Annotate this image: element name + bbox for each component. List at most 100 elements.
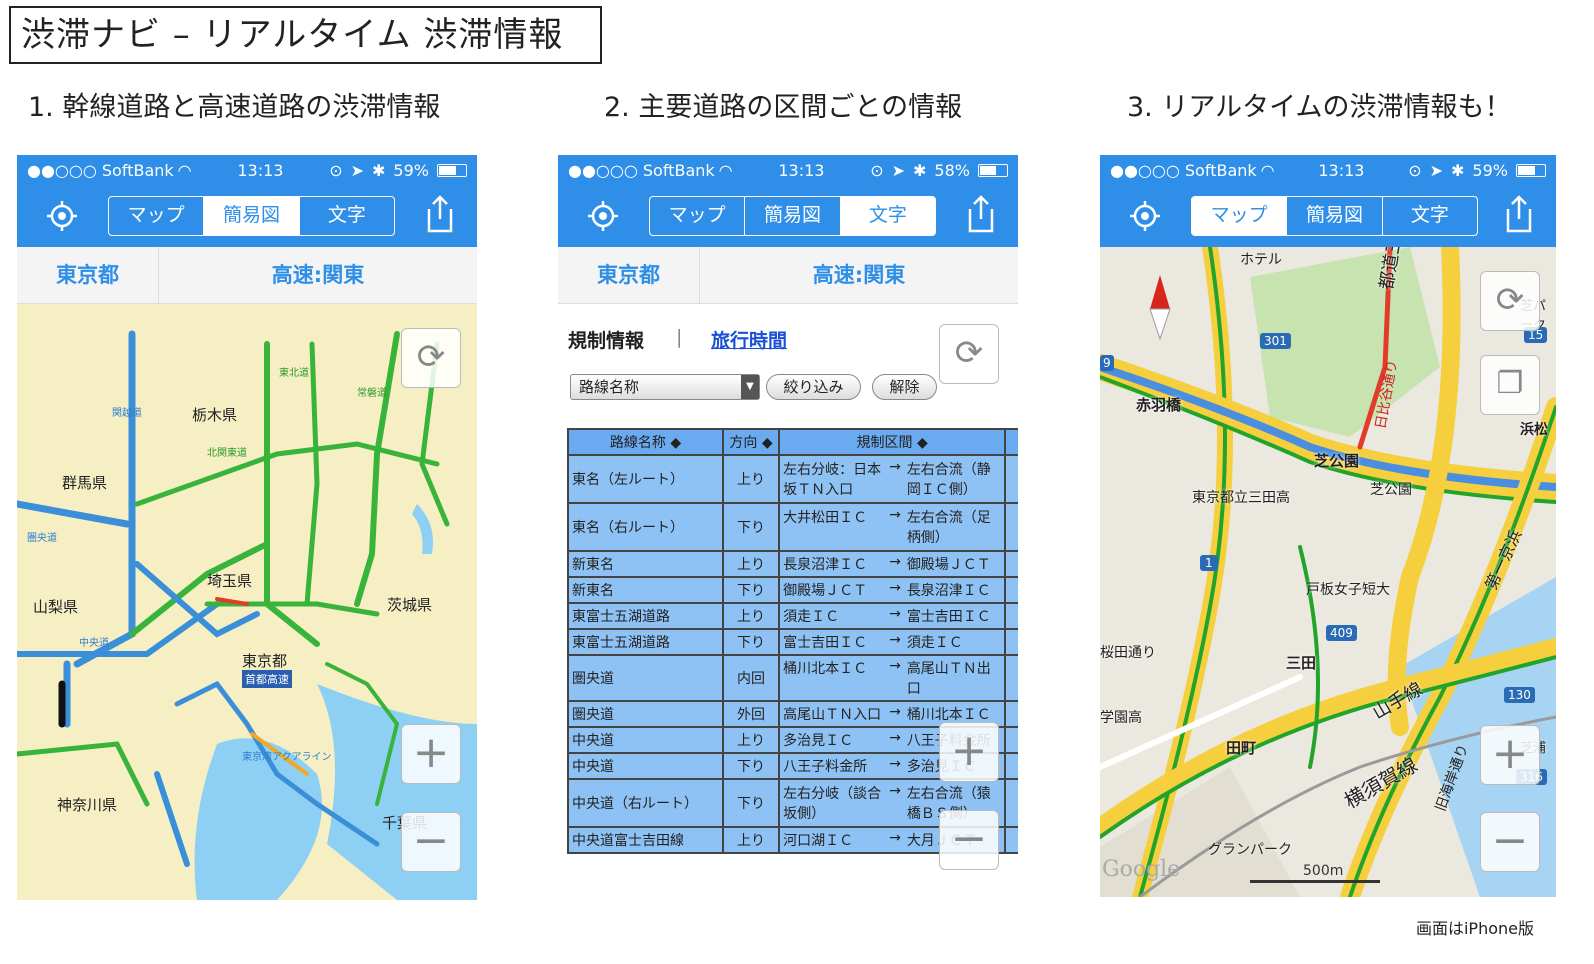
share-icon[interactable] <box>1504 195 1534 235</box>
route-shield: 1 <box>1200 555 1218 571</box>
cell-direction: 上り <box>721 726 781 754</box>
cell-direction: 上り <box>721 550 781 578</box>
share-icon[interactable] <box>966 195 996 235</box>
tab-map[interactable]: マップ <box>109 197 205 235</box>
place-label: 三田 <box>1286 654 1317 672</box>
road-label: 東京湾アクアライン <box>242 752 332 763</box>
minus-icon: − <box>950 813 988 864</box>
text-info-panel: 規制情報 | 旅行時間 ⟳ 路線名称 ▼ 絞り込み 解除 路線名称 ◆ 方向 ◆… <box>558 304 1018 900</box>
location-arrow-icon: ➤ <box>1429 160 1444 180</box>
column-header-direction[interactable]: 方向 ◆ <box>721 428 781 456</box>
share-icon[interactable] <box>425 195 455 235</box>
expressway-label: 首都高速 <box>242 670 292 688</box>
refresh-button[interactable]: ⟳ <box>1480 271 1540 331</box>
regulation-table-wrap: 路線名称 ◆ 方向 ◆ 規制区間 ◆ 東名（左ルート） 上り 左右分岐：日本坂ＴＮ入… <box>567 428 1018 854</box>
arrow-right-icon: → <box>889 632 901 648</box>
cell-direction: 上り <box>721 826 781 854</box>
cell-extra <box>1004 726 1018 754</box>
zoom-out-button[interactable]: − <box>939 810 999 870</box>
place-label: 田町 <box>1226 739 1257 757</box>
area-selector[interactable]: 東京都 <box>558 247 700 303</box>
place-label: 芝公園 <box>1370 482 1412 498</box>
zoom-out-button[interactable]: − <box>401 812 461 872</box>
arrow-right-icon: → <box>889 730 901 746</box>
pref-label: 東京都 <box>242 652 288 670</box>
road-selector[interactable]: 高速:関東 <box>700 247 1018 303</box>
nav-bar: マップ 簡易図 文字 <box>1100 185 1556 247</box>
tab-simple[interactable]: 簡易図 <box>745 197 841 235</box>
cell-road: 中央道 <box>567 752 724 780</box>
locate-icon[interactable] <box>586 199 620 233</box>
carrier-label: ●●○○○ SoftBank <box>1110 160 1257 180</box>
location-arrow-icon: ➤ <box>350 160 365 180</box>
column-header-road[interactable]: 路線名称 ◆ <box>567 428 724 456</box>
battery-icon <box>436 163 467 177</box>
regulation-table: 路線名称 ◆ 方向 ◆ 規制区間 ◆ 東名（左ルート） 上り 左右分岐：日本坂ＴＮ入… <box>567 428 1018 854</box>
locate-icon[interactable] <box>45 199 79 233</box>
zoom-in-button[interactable]: + <box>401 724 461 784</box>
section-to: 高尾山ＴＮ出口 <box>906 661 991 697</box>
table-row[interactable]: 新東名 下り 御殿場ＪＣＴ → 長泉沼津ＩＣ <box>567 576 1018 604</box>
section-to: 桶川北本ＩＣ <box>906 707 991 723</box>
road-selector[interactable]: 高速:関東 <box>159 247 477 303</box>
cell-direction: 下り <box>721 576 781 604</box>
zoom-in-button[interactable]: + <box>939 722 999 782</box>
table-row[interactable]: 圏央道 内回 桶川北本ＩＣ → 高尾山ＴＮ出口 <box>567 654 1018 702</box>
tab-text[interactable]: 文字 <box>1383 197 1477 235</box>
bluetooth-icon: ✱ <box>1451 160 1465 180</box>
lock-icon: ⊙ <box>1408 160 1422 180</box>
tab-regulation[interactable]: 規制情報 <box>568 326 644 353</box>
table-row[interactable]: 東名（左ルート） 上り 左右分岐：日本坂ＴＮ入口 → 左右合流（静岡ＩＣ側） <box>567 454 1018 504</box>
cell-extra <box>1004 502 1018 552</box>
battery-icon <box>977 163 1008 177</box>
tab-separator: | <box>676 326 683 348</box>
layers-icon: ❐ <box>1496 366 1524 401</box>
section-from: 左右分岐（談合坂側） <box>783 786 882 822</box>
road-label: 東北道 <box>279 368 309 379</box>
clear-button[interactable]: 解除 <box>872 374 937 400</box>
road-name-select[interactable]: 路線名称 ▼ <box>570 374 760 400</box>
pref-label: 栃木県 <box>192 406 238 424</box>
table-row[interactable]: 新東名 上り 長泉沼津ＩＣ → 御殿場ＪＣＴ <box>567 550 1018 578</box>
cell-direction: 下り <box>721 628 781 656</box>
tab-text[interactable]: 文字 <box>840 197 935 235</box>
area-selector[interactable]: 東京都 <box>17 247 159 303</box>
place-label: 学園高 <box>1100 710 1142 726</box>
clock: 13:13 <box>778 160 825 180</box>
tab-simple[interactable]: 簡易図 <box>1287 197 1383 235</box>
locate-icon[interactable] <box>1128 199 1162 233</box>
cell-extra <box>1004 628 1018 656</box>
battery-label: 59% <box>393 160 429 180</box>
section-to: 富士吉田ＩＣ <box>906 609 991 625</box>
tab-simple[interactable]: 簡易図 <box>204 197 300 235</box>
tab-map[interactable]: マップ <box>1192 197 1288 235</box>
wifi-icon: ◠ <box>1260 160 1275 180</box>
arrow-right-icon: → <box>889 459 901 475</box>
cell-extra <box>1004 752 1018 780</box>
battery-label: 58% <box>934 160 970 180</box>
cell-extra <box>1004 602 1018 630</box>
phone-screen-simple: ●●○○○ SoftBank ◠ 13:13 ⊙ ➤ ✱ 59% マップ 簡易図 文字 … <box>17 155 477 900</box>
refresh-button[interactable]: ⟳ <box>939 324 999 384</box>
column-header-section[interactable]: 規制区間 ◆ <box>778 428 1007 456</box>
tab-map[interactable]: マップ <box>650 197 746 235</box>
tab-text[interactable]: 文字 <box>300 197 394 235</box>
simple-road-diagram: 栃木県 群馬県 埼玉県 茨城県 山梨県 東京都 神奈川県 千葉県 首都高速 東京… <box>17 304 477 900</box>
refresh-button[interactable]: ⟳ <box>401 328 461 388</box>
layers-button[interactable]: ❐ <box>1480 355 1540 415</box>
nav-bar: マップ 簡易図 文字 <box>558 185 1018 247</box>
cell-section: 桶川北本ＩＣ → 高尾山ＴＮ出口 <box>778 654 1007 702</box>
section-from: 多治見ＩＣ <box>783 733 854 749</box>
zoom-out-button[interactable]: − <box>1480 812 1540 872</box>
caption-2: 2. 主要道路の区間ごとの情報 <box>604 92 963 123</box>
tab-travel-time[interactable]: 旅行時間 <box>711 326 787 353</box>
table-row[interactable]: 東富士五湖道路 上り 須走ＩＣ → 富士吉田ＩＣ <box>567 602 1018 630</box>
table-row[interactable]: 東富士五湖道路 下り 富士吉田ＩＣ → 須走ＩＣ <box>567 628 1018 656</box>
table-row[interactable]: 東名（右ルート） 下り 大井松田ＩＣ → 左右合流（足柄側） <box>567 502 1018 552</box>
chevron-down-icon: ▼ <box>741 375 759 399</box>
zoom-in-button[interactable]: + <box>1480 725 1540 785</box>
filter-button[interactable]: 絞り込み <box>766 374 861 400</box>
caption-1: 1. 幹線道路と高速道路の渋滞情報 <box>28 92 441 123</box>
section-from: 大井松田ＩＣ <box>783 510 868 526</box>
route-shield: 409 <box>1326 625 1357 641</box>
